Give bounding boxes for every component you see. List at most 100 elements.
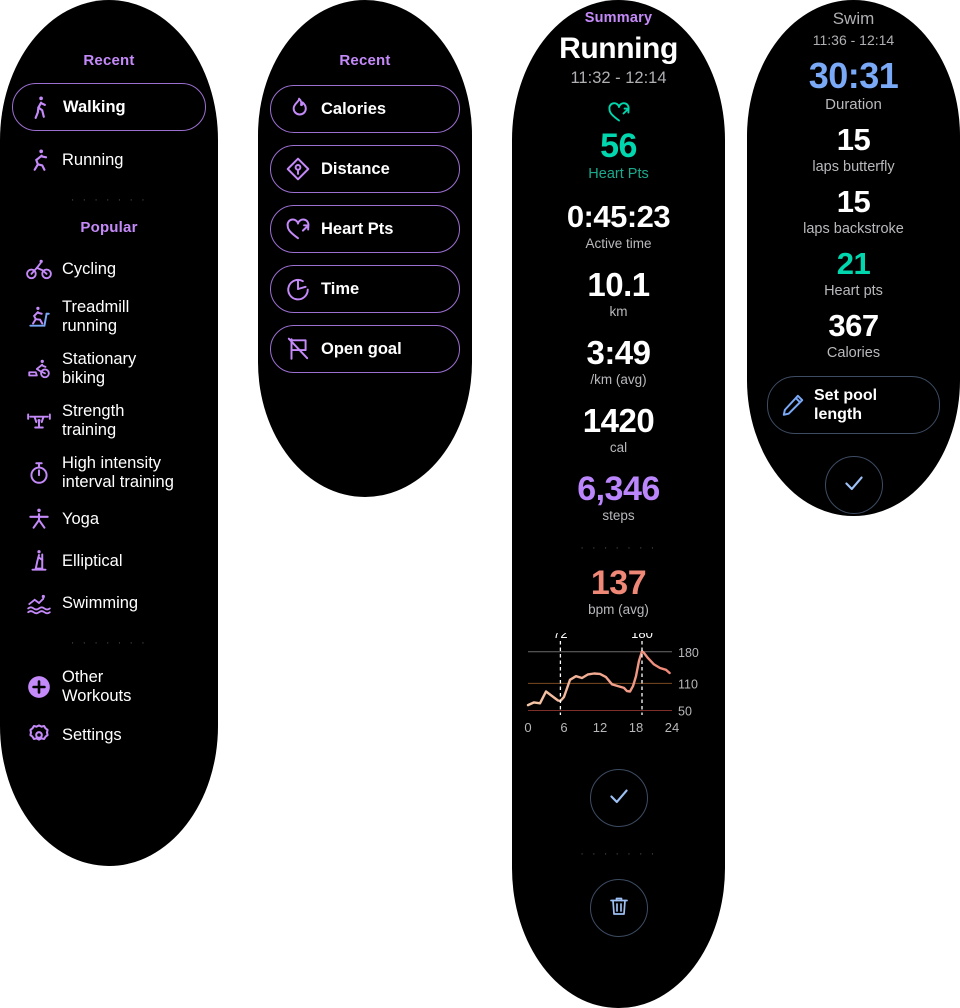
swim-title: Swim bbox=[832, 9, 875, 28]
metric-value: 1420 bbox=[582, 402, 655, 439]
cycling-icon bbox=[26, 256, 52, 282]
metric-value: 3:49 bbox=[586, 334, 651, 371]
running-summary-panel: Summary Running 11:32 - 12:14 56 Heart P… bbox=[512, 0, 725, 1008]
goal-item-label: Open goal bbox=[321, 339, 402, 358]
svg-text:18: 18 bbox=[628, 720, 642, 735]
metric-value: 6,346 bbox=[577, 470, 660, 508]
recent-header: Recent bbox=[83, 52, 135, 69]
metric-unit: Heart Pts bbox=[588, 166, 649, 182]
goal-item-label: Distance bbox=[321, 159, 390, 178]
metric-bpm: 137 bpm (avg) bbox=[512, 565, 725, 619]
svg-text:24: 24 bbox=[664, 720, 678, 735]
workout-item-strength-training[interactable]: Strength training bbox=[0, 402, 218, 440]
workout-item-hiit[interactable]: High intensity interval training bbox=[0, 454, 218, 492]
workout-item-label: Cycling bbox=[62, 259, 117, 278]
metric-pace: 3:49 /km (avg) bbox=[512, 335, 725, 389]
metric-value: 137 bbox=[590, 564, 647, 602]
goal-item-label: Calories bbox=[321, 99, 387, 118]
section-divider-dots-2: · · · · · · · bbox=[70, 637, 148, 649]
summary-divider-dots: · · · · · · · bbox=[580, 542, 657, 554]
metric-unit: cal bbox=[609, 440, 628, 455]
walking-icon bbox=[27, 94, 53, 120]
heart-arrow-icon bbox=[512, 100, 725, 129]
yoga-icon bbox=[26, 506, 52, 532]
metric-value: 367 bbox=[828, 308, 879, 343]
flame-icon bbox=[285, 96, 311, 122]
workout-item-treadmill-running[interactable]: Treadmill running bbox=[0, 298, 218, 336]
goal-item-heart-pts[interactable]: Heart Pts bbox=[270, 205, 460, 253]
set-pool-length-button[interactable]: Set pool length bbox=[767, 376, 940, 434]
delete-button[interactable] bbox=[589, 879, 648, 937]
svg-text:180: 180 bbox=[631, 633, 653, 641]
metric-value: 56 bbox=[600, 127, 637, 165]
goal-item-time[interactable]: Time bbox=[270, 265, 460, 313]
metric-active-time: 0:45:23 Active time bbox=[512, 199, 725, 253]
stopwatch-icon bbox=[26, 460, 52, 486]
workout-item-label: Settings bbox=[62, 725, 122, 744]
flag-icon bbox=[285, 336, 311, 362]
metric-unit: Duration bbox=[825, 96, 882, 113]
metric-value: 15 bbox=[836, 184, 871, 219]
confirm-button[interactable] bbox=[589, 769, 648, 827]
metric-unit: bpm (avg) bbox=[588, 602, 649, 617]
metric-heart-pts: 56 Heart Pts bbox=[512, 127, 725, 183]
workout-item-other-workouts[interactable]: Other Workouts bbox=[0, 668, 218, 706]
workout-item-label: Running bbox=[62, 150, 124, 169]
summary-eyebrow: Summary bbox=[584, 10, 653, 26]
metric-unit: steps bbox=[602, 508, 635, 523]
goals-recent-header: Recent bbox=[339, 52, 391, 69]
workout-item-elliptical[interactable]: Elliptical bbox=[0, 548, 218, 574]
section-divider-dots: · · · · · · · bbox=[70, 194, 148, 206]
svg-text:180: 180 bbox=[678, 646, 699, 660]
goal-picker-panel: Recent Calories Distance Heart Pts Time … bbox=[258, 0, 472, 497]
gear-icon bbox=[26, 722, 52, 748]
treadmill-icon bbox=[26, 304, 52, 330]
workout-item-label: Other Workouts bbox=[62, 668, 132, 705]
workout-item-settings[interactable]: Settings bbox=[0, 722, 218, 748]
workout-picker-panel: Recent Walking Running · · · · · · · Pop… bbox=[0, 0, 218, 866]
workout-item-walking[interactable]: Walking bbox=[12, 83, 206, 131]
svg-text:110: 110 bbox=[678, 677, 698, 691]
metric-calories: 1420 cal bbox=[512, 403, 725, 457]
metric-unit: Active time bbox=[585, 236, 652, 251]
running-icon bbox=[26, 147, 52, 173]
metric-unit: laps backstroke bbox=[803, 221, 904, 237]
metric-steps: 6,346 steps bbox=[512, 471, 725, 525]
workout-item-yoga[interactable]: Yoga bbox=[0, 506, 218, 532]
stationary-bike-icon bbox=[26, 356, 52, 382]
trash-icon bbox=[607, 894, 631, 923]
workout-item-label: Strength training bbox=[62, 402, 125, 439]
goal-item-calories[interactable]: Calories bbox=[270, 85, 460, 133]
swim-confirm-button[interactable] bbox=[824, 456, 883, 514]
swim-time-range: 11:36 - 12:14 bbox=[812, 32, 895, 48]
workout-item-label: Elliptical bbox=[62, 551, 123, 570]
set-pool-length-label: Set pool length bbox=[814, 387, 878, 423]
metric-unit: Heart pts bbox=[824, 283, 883, 299]
metric-duration: 30:31 Duration bbox=[747, 56, 960, 114]
workout-item-stationary-biking[interactable]: Stationary biking bbox=[0, 350, 218, 388]
workout-item-running[interactable]: Running bbox=[0, 147, 218, 173]
goal-item-distance[interactable]: Distance bbox=[270, 145, 460, 193]
popular-header: Popular bbox=[80, 219, 138, 236]
heart-rate-chart: 50 110 180 72 180 0 6 12 18 24 bbox=[524, 626, 714, 743]
workout-item-label: Swimming bbox=[62, 593, 139, 612]
metric-unit: Calories bbox=[826, 345, 881, 361]
metric-laps-backstroke: 15 laps backstroke bbox=[747, 184, 960, 238]
plus-circle-icon bbox=[26, 674, 52, 700]
svg-text:6: 6 bbox=[560, 720, 567, 735]
goal-item-label: Heart Pts bbox=[321, 219, 394, 238]
workout-item-label: Walking bbox=[63, 97, 126, 116]
svg-text:50: 50 bbox=[678, 704, 692, 718]
check-icon bbox=[606, 783, 632, 814]
svg-text:72: 72 bbox=[553, 633, 567, 641]
workout-item-label: High intensity interval training bbox=[62, 454, 174, 491]
metric-value: 15 bbox=[836, 122, 871, 157]
metric-value: 10.1 bbox=[587, 266, 650, 303]
workout-item-swimming[interactable]: Swimming bbox=[0, 590, 218, 616]
metric-swim-heart-pts: 21 Heart pts bbox=[747, 246, 960, 300]
heart-arrow-icon bbox=[285, 216, 311, 242]
swimming-icon bbox=[26, 590, 52, 616]
swim-summary-panel: Swim 11:36 - 12:14 30:31 Duration 15 lap… bbox=[747, 0, 960, 516]
goal-item-open-goal[interactable]: Open goal bbox=[270, 325, 460, 373]
workout-item-cycling[interactable]: Cycling bbox=[0, 256, 218, 282]
